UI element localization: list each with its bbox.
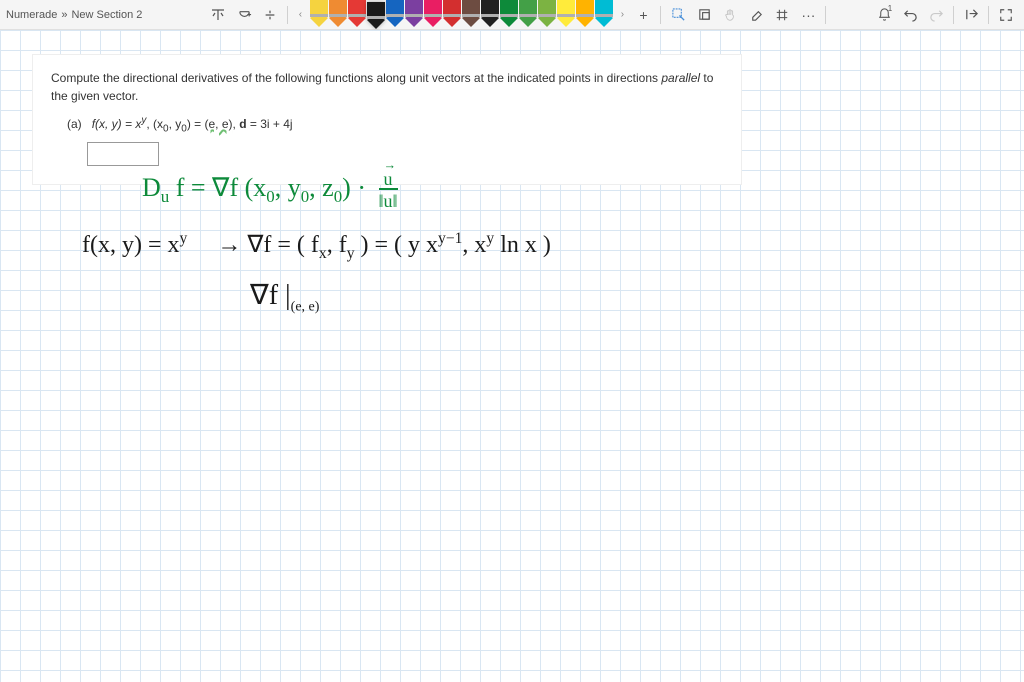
pen-color-8[interactable] bbox=[462, 0, 480, 28]
separator bbox=[660, 6, 661, 24]
pen-color-6[interactable] bbox=[424, 0, 442, 28]
toolbar-right: 1 bbox=[872, 3, 1018, 27]
answer-input-box[interactable] bbox=[87, 142, 159, 166]
pen-color-9[interactable] bbox=[481, 0, 499, 28]
fullscreen-icon[interactable] bbox=[994, 3, 1018, 27]
pen-palette bbox=[309, 0, 613, 30]
hand-tool-icon[interactable] bbox=[718, 3, 742, 27]
separator bbox=[953, 6, 954, 24]
notifications-icon[interactable]: 1 bbox=[872, 3, 896, 27]
text-tool-icon[interactable] bbox=[206, 3, 230, 27]
breadcrumb: Numerade » New Section 2 bbox=[6, 9, 142, 21]
pen-color-11[interactable] bbox=[519, 0, 537, 28]
separator bbox=[287, 6, 288, 24]
more-tools-icon[interactable]: ··· bbox=[796, 3, 820, 27]
eraser-tool-icon[interactable] bbox=[744, 3, 768, 27]
redo-icon[interactable] bbox=[924, 3, 948, 27]
undo-icon[interactable] bbox=[898, 3, 922, 27]
pen-color-10[interactable] bbox=[500, 0, 518, 28]
question-text: Compute the directional derivatives of t… bbox=[51, 69, 723, 105]
grid-toggle-icon[interactable] bbox=[770, 3, 794, 27]
breadcrumb-section: New Section 2 bbox=[71, 9, 142, 21]
select-tool-icon[interactable] bbox=[666, 3, 690, 27]
pen-next-icon[interactable]: › bbox=[615, 1, 629, 29]
add-shape-icon[interactable] bbox=[232, 3, 256, 27]
toolbar: Numerade » New Section 2 ‹ › + ··· 1 bbox=[0, 0, 1024, 30]
breadcrumb-site[interactable]: Numerade bbox=[6, 9, 57, 21]
separator bbox=[988, 6, 989, 24]
pen-color-1[interactable] bbox=[329, 0, 347, 28]
question-part-a: (a) f(x, y) = xy, (x0, y0) = (e, e), d =… bbox=[67, 115, 723, 134]
add-pen-icon[interactable]: + bbox=[631, 3, 655, 27]
pen-color-5[interactable] bbox=[405, 0, 423, 28]
handwriting-line-1: Du f = ∇f (x0, y0, z0) · u ‖u‖ bbox=[142, 170, 398, 210]
handwriting-line-2: f(x, y) = xy → ∇f = ( fx, fy ) = ( y xy−… bbox=[82, 230, 551, 263]
pen-color-12[interactable] bbox=[538, 0, 556, 28]
pen-color-15[interactable] bbox=[595, 0, 613, 28]
separator bbox=[825, 6, 826, 24]
pen-color-7[interactable] bbox=[443, 0, 461, 28]
pen-color-13[interactable] bbox=[557, 0, 575, 28]
pen-color-2[interactable] bbox=[348, 0, 366, 28]
pen-prev-icon[interactable]: ‹ bbox=[293, 1, 307, 29]
pen-color-3[interactable] bbox=[367, 2, 385, 30]
canvas[interactable]: Compute the directional derivatives of t… bbox=[0, 30, 1024, 682]
share-icon[interactable] bbox=[959, 3, 983, 27]
fraction-tool-icon[interactable] bbox=[258, 3, 282, 27]
crop-tool-icon[interactable] bbox=[692, 3, 716, 27]
pen-color-0[interactable] bbox=[310, 0, 328, 28]
handwriting-line-3: ∇f |(e, e) bbox=[250, 278, 319, 316]
breadcrumb-separator: » bbox=[61, 9, 67, 21]
pen-color-14[interactable] bbox=[576, 0, 594, 28]
pen-color-4[interactable] bbox=[386, 0, 404, 28]
